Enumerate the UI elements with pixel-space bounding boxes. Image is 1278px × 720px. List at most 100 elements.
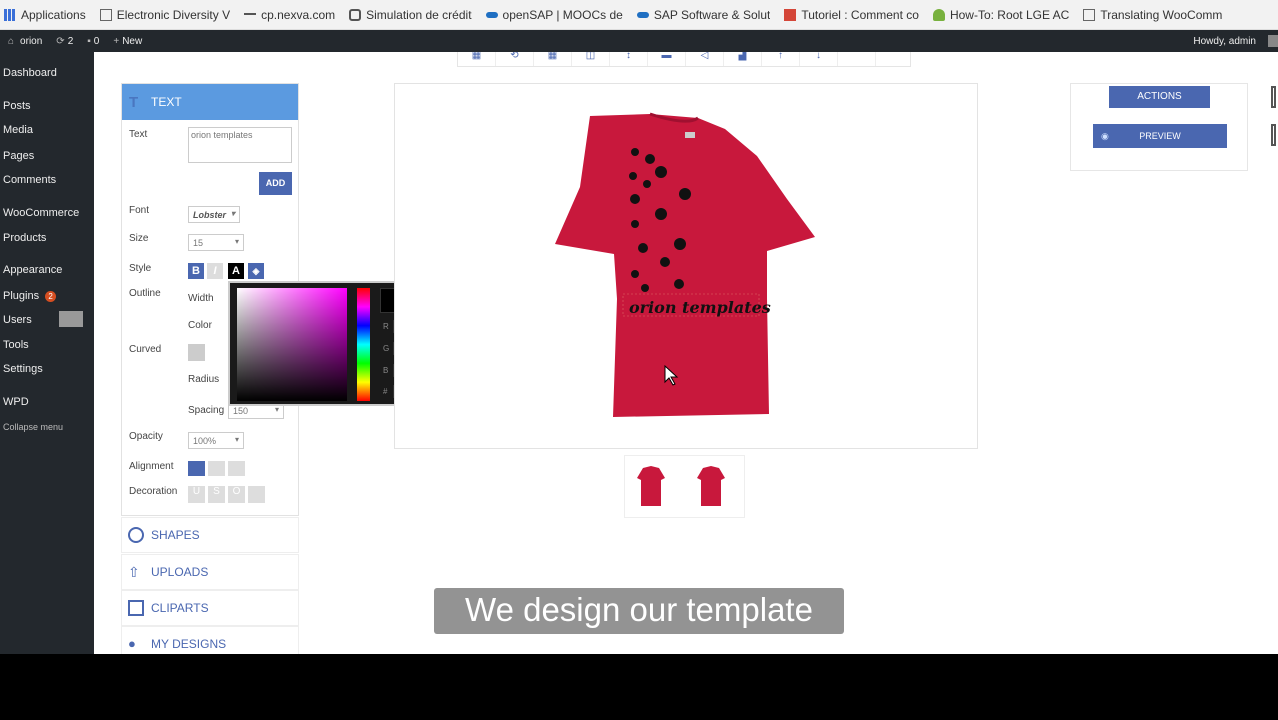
home-icon[interactable]: ⌂ <box>8 36 14 47</box>
more-icon[interactable] <box>838 52 876 66</box>
fill-bucket-icon[interactable]: ◈ <box>248 263 264 279</box>
sidebar-item-tools[interactable]: Tools <box>3 339 29 351</box>
sidebar-item-users[interactable]: Users <box>3 314 32 326</box>
text-label: Text <box>129 129 148 140</box>
howdy-label[interactable]: Howdy, admin <box>1193 36 1256 47</box>
sidebar-item-media[interactable]: Media <box>3 124 33 136</box>
admin-bar: ⌂ orion ⟳ 2 ▪ 0 + New Howdy, admin <box>0 30 1278 52</box>
underline-button[interactable]: U <box>188 486 205 503</box>
preview-label: PREVIEW <box>1139 131 1181 141</box>
bookmark-label: openSAP | MOOCs de <box>502 7 623 22</box>
shapes-section[interactable]: SHAPES <box>121 517 299 553</box>
hue-slider[interactable] <box>357 288 370 401</box>
bookmark-label: Electronic Diversity V <box>116 7 231 22</box>
size-label: Size <box>129 233 149 244</box>
sidebar-item-dashboard[interactable]: Dashboard <box>3 67 57 79</box>
sidebar-item-posts[interactable]: Posts <box>3 100 31 112</box>
font-select[interactable]: Lobster <box>188 206 240 223</box>
add-text-button[interactable]: ADD <box>259 172 292 195</box>
comments-count[interactable]: 0 <box>94 36 100 47</box>
strikethrough-button[interactable]: S <box>208 486 225 503</box>
thumbnail-back <box>697 466 725 506</box>
decoration-none-button[interactable] <box>248 486 265 503</box>
section-label: SHAPES <box>151 528 200 542</box>
sidebar-item-products[interactable]: Products <box>3 232 46 244</box>
updates-count[interactable]: 2 <box>68 36 74 47</box>
design-canvas[interactable]: orion templates <box>394 83 978 449</box>
bookmark-label: SAP Software & Solut <box>653 7 771 22</box>
bookmark-cp-nexva[interactable]: cp.nexva.com <box>244 8 335 22</box>
move-up-icon[interactable]: ↑ <box>762 52 800 66</box>
curved-checkbox[interactable] <box>188 344 205 361</box>
align-center-button[interactable] <box>208 461 225 476</box>
designer-content: ▦ ⟲ ▦ ◫ ↕ ▬ ◁ ▟ ↑ ↓ T TEXT Text orion te… <box>94 52 1278 654</box>
bookmark-electronic-diversity[interactable]: Electronic Diversity V <box>99 7 231 22</box>
opacity-select[interactable]: 100% <box>188 432 244 449</box>
text-color-button[interactable]: A <box>228 263 244 279</box>
text-input[interactable]: orion templates <box>188 127 292 163</box>
sidebar-item-pages[interactable]: Pages <box>3 150 34 162</box>
curved-label: Curved <box>129 344 162 355</box>
sidebar-item-appearance[interactable]: Appearance <box>3 264 62 276</box>
bookmark-opensap[interactable]: openSAP | MOOCs de <box>485 7 623 22</box>
overline-button[interactable]: O <box>228 486 245 503</box>
admin-sidebar: Dashboard Posts Media Pages Comments Woo… <box>0 52 94 654</box>
text-panel-header[interactable]: T TEXT <box>122 84 298 120</box>
updates-icon[interactable]: ⟳ <box>56 36 64 47</box>
sidebar-item-label: Plugins <box>3 290 40 302</box>
avatar[interactable] <box>1268 35 1278 47</box>
size-select[interactable]: 15 <box>188 234 244 251</box>
site-icon <box>349 8 362 21</box>
design-text: orion templates <box>629 298 771 317</box>
align-icon[interactable]: ↕ <box>610 52 648 66</box>
uploads-section[interactable]: ⇧ UPLOADS <box>121 554 299 590</box>
table-icon[interactable]: ▦ <box>534 52 572 66</box>
collapse-menu[interactable]: Collapse menu <box>3 422 63 432</box>
editor-toolbar: ▦ ⟲ ▦ ◫ ↕ ▬ ◁ ▟ ↑ ↓ <box>457 52 911 67</box>
rotate-icon[interactable]: ⟲ <box>496 52 534 66</box>
cliparts-icon <box>128 600 144 616</box>
bookmark-applications[interactable]: Applications <box>4 8 86 22</box>
bookmark-label: Simulation de crédit <box>366 7 472 22</box>
bold-button[interactable]: B <box>188 263 204 279</box>
sidebar-item-wpd[interactable]: WPD <box>3 396 29 408</box>
font-label: Font <box>129 205 150 216</box>
saturation-field[interactable] <box>237 288 347 401</box>
product-thumbnails <box>624 455 745 518</box>
cliparts-section[interactable]: CLIPARTS <box>121 590 299 626</box>
align-left-button[interactable] <box>188 461 205 476</box>
section-label: MY DESIGNS <box>151 637 227 651</box>
section-label: CLIPARTS <box>151 601 209 615</box>
bookmark-sap-software[interactable]: SAP Software & Solut <box>636 7 771 22</box>
grid-icon[interactable]: ▦ <box>458 52 496 66</box>
site-name-link[interactable]: orion <box>20 36 42 47</box>
bookmark-tutoriel[interactable]: Tutoriel : Comment co <box>784 8 919 22</box>
page-icon <box>99 8 112 21</box>
align-right-button[interactable] <box>228 461 245 476</box>
sap-icon <box>485 11 498 18</box>
italic-button[interactable]: I <box>207 263 223 279</box>
new-link[interactable]: New <box>122 36 142 47</box>
layers-icon[interactable]: ◫ <box>572 52 610 66</box>
flip-icon[interactable]: ◁ <box>686 52 724 66</box>
apps-grid-icon <box>4 8 16 21</box>
sidebar-item-plugins[interactable]: Plugins 2 <box>3 290 57 302</box>
group-icon[interactable]: ▟ <box>724 52 762 66</box>
comment-icon[interactable]: ▪ <box>87 36 91 47</box>
bookmark-simulation-credit[interactable]: Simulation de crédit <box>349 7 472 22</box>
move-down-icon[interactable]: ↓ <box>800 52 838 66</box>
sidebar-item-settings[interactable]: Settings <box>3 363 43 375</box>
preview-button[interactable]: ◉ PREVIEW <box>1093 124 1227 148</box>
sap-icon <box>636 11 649 18</box>
stack-icon[interactable]: ▬ <box>648 52 686 66</box>
decoration-label: Decoration <box>129 486 178 497</box>
page-icon <box>1083 8 1096 21</box>
tshirt-body <box>555 114 815 417</box>
bookmarks-bar: Applications Electronic Diversity V cp.n… <box>0 0 1278 30</box>
my-designs-section[interactable]: ● MY DESIGNS <box>121 626 299 654</box>
bookmark-root-lge[interactable]: How-To: Root LGE AC <box>932 8 1069 22</box>
bookmark-translating-woocommerce[interactable]: Translating WooComm <box>1083 8 1222 22</box>
sidebar-item-comments[interactable]: Comments <box>3 174 56 186</box>
plus-icon[interactable]: + <box>113 36 119 47</box>
sidebar-item-woocommerce[interactable]: WooCommerce <box>3 207 79 219</box>
